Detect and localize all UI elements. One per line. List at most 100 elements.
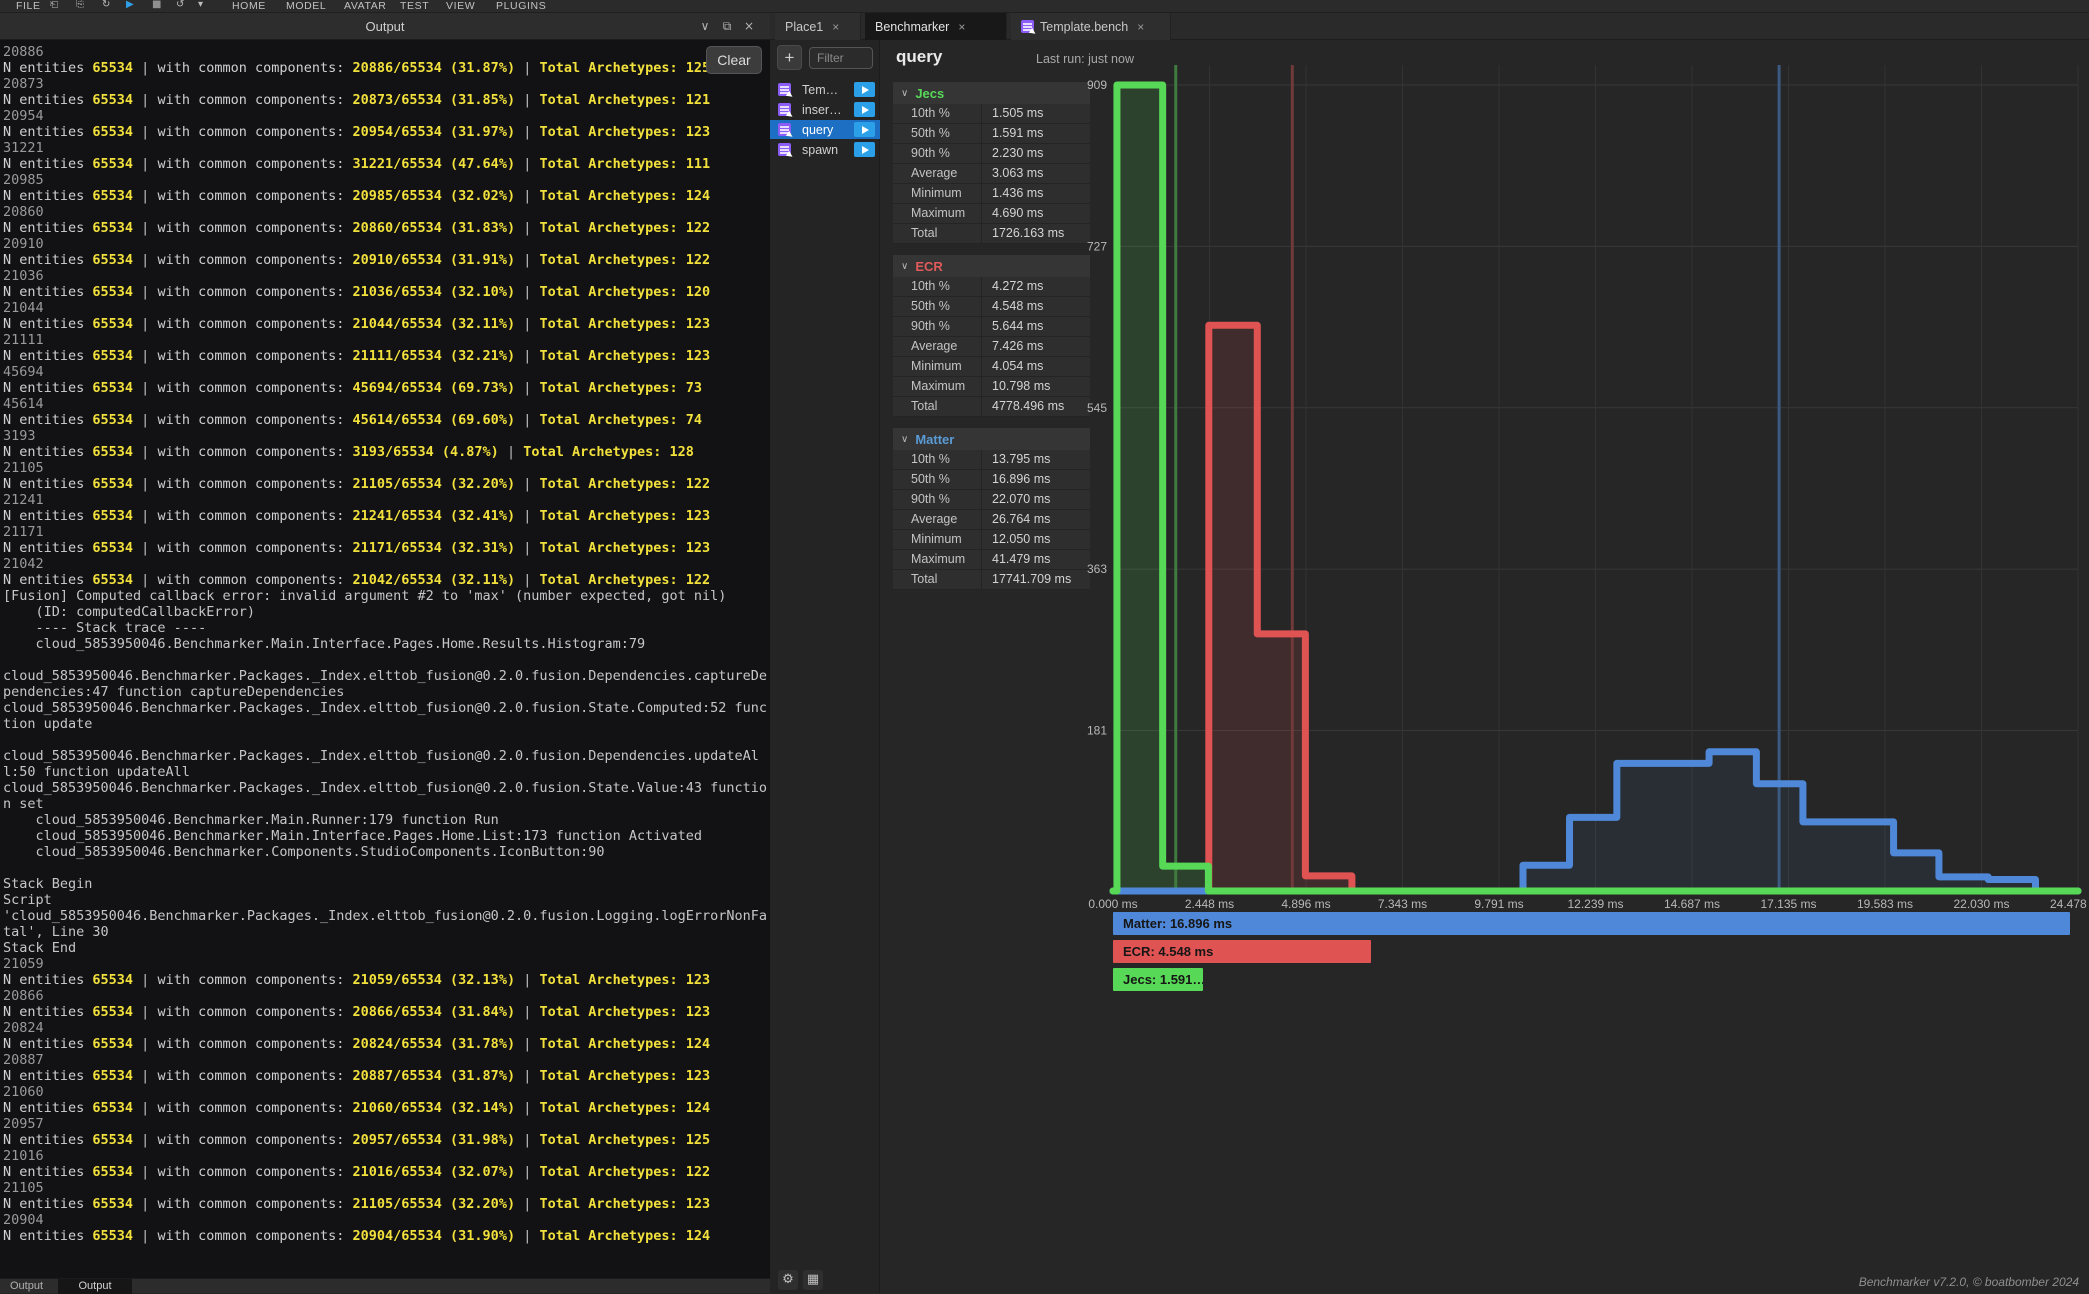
console-line-text: 'cloud_5853950046.Benchmarker.Packages._… (3, 908, 770, 940)
stat-value: 13.795 ms (982, 450, 1090, 469)
menu-avatar[interactable]: AVATAR (344, 0, 387, 12)
doc-tab-label: Template.bench (1040, 20, 1128, 34)
chevron-down-icon[interactable]: ▾ (198, 0, 203, 10)
console-line-bench: N entities 65534 | with common component… (3, 444, 770, 460)
x-axis-tick-label: 9.791 ms (1474, 897, 1523, 911)
benchmark-item-Tem[interactable]: Tem… (770, 80, 880, 99)
stat-label: 90th % (893, 490, 982, 509)
doc-tab-benchmarker[interactable]: Benchmarker× (865, 13, 1007, 40)
chevron-down-icon[interactable]: ∨ (696, 18, 714, 34)
x-axis-tick-label: 2.448 ms (1185, 897, 1234, 911)
console-line-bench: N entities 65534 | with common component… (3, 380, 770, 396)
stats-tables: ∨Jecs10th %1.505 ms50th %1.591 ms90th %2… (893, 82, 1090, 601)
x-axis-tick-label: 24.478 ms (2050, 897, 2089, 911)
redo-icon[interactable]: ↻ (102, 0, 110, 10)
output-dock-tab[interactable]: Output (58, 1279, 132, 1294)
menu-test[interactable]: TEST (400, 0, 429, 12)
console-line-number: 20824 (3, 1020, 770, 1036)
doc-tab-place1[interactable]: Place1× (775, 13, 861, 40)
stat-value: 1.591 ms (982, 124, 1090, 143)
console-line-number: 20954 (3, 108, 770, 124)
benchmark-item-query[interactable]: query (770, 120, 880, 139)
console-line-bench: N entities 65534 | with common component… (3, 156, 770, 172)
console-line-bench: N entities 65534 | with common component… (3, 188, 770, 204)
console-line-bench: N entities 65534 | with common component… (3, 284, 770, 300)
menu-view[interactable]: VIEW (446, 0, 475, 12)
console-line-bench: N entities 65534 | with common component… (3, 1196, 770, 1212)
stat-row: 50th %16.896 ms (893, 470, 1090, 490)
stat-value: 41.479 ms (982, 550, 1090, 569)
console-line-bench: N entities 65534 | with common component… (3, 1004, 770, 1020)
settings-gear-icon[interactable]: ⚙ (778, 1270, 798, 1290)
stat-row: Maximum41.479 ms (893, 550, 1090, 570)
stat-row: 90th %22.070 ms (893, 490, 1090, 510)
console-line-text: cloud_5853950046.Benchmarker.Main.Runner… (3, 812, 770, 828)
console-line-number: 45694 (3, 364, 770, 380)
console-line-number: 20873 (3, 76, 770, 92)
stats-section-header-ecr[interactable]: ∨ECR (893, 255, 1090, 277)
doc-tab-template-bench[interactable]: Template.bench × (1011, 13, 1171, 40)
menu-model[interactable]: MODEL (286, 0, 326, 12)
benchmark-title: query (896, 47, 942, 67)
stat-value: 1.505 ms (982, 104, 1090, 123)
menu-plugins[interactable]: PLUGINS (496, 0, 546, 12)
bottom-dock-strip: Output Output (0, 1278, 770, 1293)
stat-row: 50th %1.591 ms (893, 124, 1090, 144)
clear-button[interactable]: Clear (706, 46, 762, 74)
benchmark-item-spawn[interactable]: spawn (770, 140, 880, 159)
console-line-number: 21105 (3, 1180, 770, 1196)
add-benchmark-button[interactable]: + (777, 45, 802, 70)
close-icon[interactable]: × (740, 18, 758, 34)
play-icon[interactable]: ▶ (126, 0, 134, 10)
menu-home[interactable]: HOME (232, 0, 266, 12)
histogram-chart: 0.000 ms2.448 ms4.896 ms7.343 ms9.791 ms… (1085, 58, 2089, 910)
console-line-number: 21036 (3, 268, 770, 284)
x-axis-tick-label: 14.687 ms (1664, 897, 1720, 911)
script-icon (778, 103, 791, 116)
undo-icon[interactable]: ↺ (176, 0, 184, 10)
document-tab-bar: Place1×Benchmarker× Template.bench × (770, 13, 2089, 40)
console-line-number: 45614 (3, 396, 770, 412)
y-axis-tick-label: 363 (1087, 562, 1107, 576)
stats-section-header-matter[interactable]: ∨Matter (893, 428, 1090, 450)
console-line-number: 21171 (3, 524, 770, 540)
stat-value: 4778.496 ms (982, 397, 1090, 416)
console-line-text: Script (3, 892, 770, 908)
run-benchmark-play-button[interactable] (854, 142, 875, 157)
tab-close-icon[interactable]: × (1137, 20, 1144, 34)
paste-icon[interactable]: ⎗ (50, 0, 58, 10)
console-line-number: 21042 (3, 556, 770, 572)
x-axis-tick-label: 4.896 ms (1281, 897, 1330, 911)
console-line-text: cloud_5853950046.Benchmarker.Packages._I… (3, 700, 770, 732)
console-line-text: [Fusion] Computed callback error: invali… (3, 588, 770, 604)
stats-section-header-jecs[interactable]: ∨Jecs (893, 82, 1090, 104)
run-benchmark-play-button[interactable] (854, 122, 875, 137)
filter-input[interactable]: Filter (809, 47, 873, 69)
copy-icon[interactable]: ⎘ (76, 0, 84, 10)
popout-icon[interactable]: ⧉ (718, 18, 736, 34)
stat-row: 10th %13.795 ms (893, 450, 1090, 470)
benchmark-item-inser[interactable]: inser… (770, 100, 880, 119)
console-line-bench: N entities 65534 | with common component… (3, 972, 770, 988)
stat-label: 90th % (893, 317, 982, 336)
console-line-number: 21111 (3, 332, 770, 348)
tab-close-icon[interactable]: × (832, 20, 839, 34)
stat-label: Total (893, 397, 982, 416)
menu-file[interactable]: FILE (16, 0, 41, 12)
stat-label: Minimum (893, 530, 982, 549)
console-line-text: cloud_5853950046.Benchmarker.Packages._I… (3, 668, 770, 700)
stop-icon[interactable]: ■ (152, 0, 161, 10)
run-benchmark-play-button[interactable] (854, 82, 875, 97)
stat-label: Minimum (893, 184, 982, 203)
stat-label: Average (893, 164, 982, 183)
output-panel-header: Output ∨ ⧉ × (0, 13, 770, 40)
x-axis-tick-label: 7.343 ms (1378, 897, 1427, 911)
script-icon (778, 83, 791, 96)
report-chart-icon[interactable]: ▦ (803, 1270, 823, 1290)
run-benchmark-play-button[interactable] (854, 102, 875, 117)
output-console[interactable]: 20886N entities 65534 | with common comp… (0, 40, 770, 1278)
stat-value: 1.436 ms (982, 184, 1090, 203)
console-line-text: (ID: computedCallbackError) (3, 604, 770, 620)
tab-close-icon[interactable]: × (958, 20, 965, 34)
script-icon (1021, 20, 1034, 33)
